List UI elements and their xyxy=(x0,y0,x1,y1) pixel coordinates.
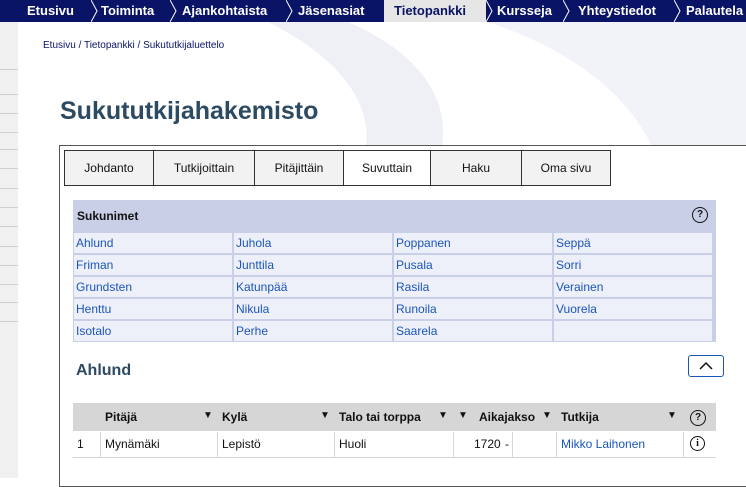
surname-header: Sukunimet xyxy=(77,209,139,223)
surname-link[interactable]: Sorri xyxy=(554,255,712,275)
left-rail xyxy=(0,22,18,478)
researcher-link[interactable]: Mikko Laihonen xyxy=(561,437,645,451)
tab-suvuttain[interactable]: Suvuttain xyxy=(343,150,431,186)
column-header-kyla: Kylä xyxy=(222,410,248,424)
surname-link[interactable]: Verainen xyxy=(554,277,712,297)
row-number: 1 xyxy=(77,437,84,451)
breadcrumb-separator: / xyxy=(75,40,84,51)
column-header-tutkija: Tutkija xyxy=(561,410,599,424)
surname-link[interactable]: Pusala xyxy=(394,255,552,275)
sort-arrow-icon[interactable]: ▼ xyxy=(320,410,330,421)
breadcrumb-separator: / xyxy=(134,40,144,51)
cell-aikajakso-dash: - xyxy=(505,437,509,451)
surname-link[interactable]: Seppä xyxy=(554,233,712,253)
breadcrumb-sukututkijaluettelo[interactable]: Sukututkijaluettelo xyxy=(143,40,224,51)
sort-arrow-icon[interactable]: ▼ xyxy=(458,410,468,421)
tab-pitajittain[interactable]: Pitäjittäin xyxy=(254,150,344,186)
collapse-button[interactable] xyxy=(688,355,724,377)
surname-link[interactable]: Juhola xyxy=(234,233,392,253)
nav-etusivu[interactable]: Etusivu xyxy=(17,0,93,22)
cell-pitaja: Mynämäki xyxy=(105,437,160,451)
nav-kursseja[interactable]: Kursseja xyxy=(487,0,564,22)
column-header-talo: Talo tai torppa xyxy=(339,410,421,424)
cell-kyla: Lepistö xyxy=(222,437,261,451)
selected-surname-title: Ahlund xyxy=(76,362,132,379)
column-header-aikajakso: Aikajakso xyxy=(479,410,536,424)
surname-link[interactable]: Vuorela xyxy=(554,299,712,319)
surname-link[interactable]: Nikula xyxy=(234,299,392,319)
nav-tietopankki[interactable]: Tietopankki xyxy=(384,0,486,22)
surname-link[interactable]: Ahlund xyxy=(74,233,232,253)
breadcrumb-tietopankki[interactable]: Tietopankki xyxy=(84,40,135,51)
cell-talo: Huoli xyxy=(339,437,367,451)
breadcrumb-etusivu[interactable]: Etusivu xyxy=(43,40,76,51)
tab-oma-sivu[interactable]: Oma sivu xyxy=(521,150,611,186)
surname-link[interactable]: Rasila xyxy=(394,277,552,297)
tab-johdanto[interactable]: Johdanto xyxy=(64,150,154,186)
surname-empty-cell xyxy=(554,321,712,341)
surname-link[interactable]: Saarela xyxy=(394,321,552,341)
nav-yhteystiedot[interactable]: Yhteystiedot xyxy=(568,0,675,22)
nav-ajankohtaista[interactable]: Ajankohtaista xyxy=(172,0,286,22)
surname-link[interactable]: Junttila xyxy=(234,255,392,275)
surname-link[interactable]: Perhe xyxy=(234,321,392,341)
surname-link[interactable]: Runoila xyxy=(394,299,552,319)
sort-arrow-icon[interactable]: ▼ xyxy=(203,410,213,421)
nav-jasenasiat[interactable]: Jäsenasiat xyxy=(288,0,384,22)
cell-aikajakso-start: 1720 xyxy=(474,437,501,451)
tab-tutkijoittain[interactable]: Tutkijoittain xyxy=(153,150,255,186)
sort-arrow-icon[interactable]: ▼ xyxy=(667,410,677,421)
nav-palautelaatikko[interactable]: Palautela xyxy=(676,0,746,22)
tab-haku[interactable]: Haku xyxy=(430,150,522,186)
help-icon[interactable]: ? xyxy=(692,207,708,223)
page-title: Sukututkijahakemisto xyxy=(60,97,319,125)
nav-toiminta[interactable]: Toiminta xyxy=(91,0,171,22)
sort-arrow-icon[interactable]: ▼ xyxy=(438,410,448,421)
surname-link[interactable]: Grundsten xyxy=(74,277,232,297)
surname-link[interactable]: Isotalo xyxy=(74,321,232,341)
sort-arrow-icon[interactable]: ▼ xyxy=(542,410,552,421)
column-header-pitaja: Pitäjä xyxy=(105,410,138,424)
top-navigation: Etusivu Toiminta Ajankohtaista Jäsenasia… xyxy=(0,0,746,22)
surname-link[interactable]: Friman xyxy=(74,255,232,275)
help-icon[interactable]: ? xyxy=(690,410,706,426)
breadcrumb: Etusivu / Tietopankki / Sukututkijaluett… xyxy=(43,40,224,51)
surname-link[interactable]: Katunpää xyxy=(234,277,392,297)
info-icon[interactable]: i xyxy=(690,436,705,451)
chevron-up-icon xyxy=(699,361,713,370)
surname-link[interactable]: Henttu xyxy=(74,299,232,319)
surname-link[interactable]: Poppanen xyxy=(394,233,552,253)
